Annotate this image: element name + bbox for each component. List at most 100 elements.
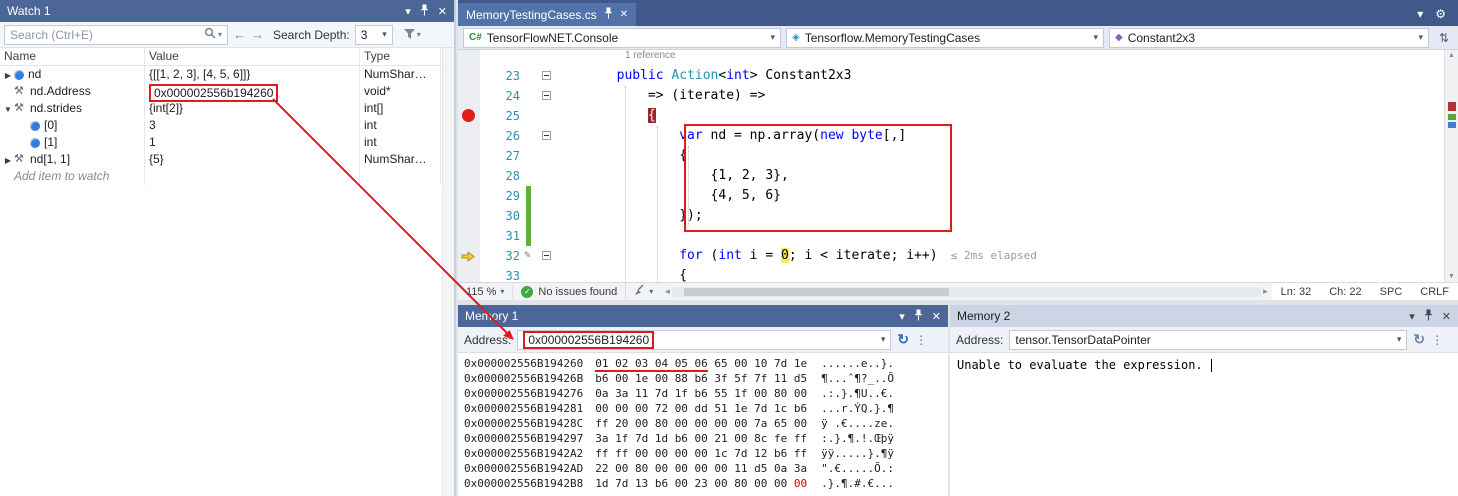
column-header-name[interactable]: Name [0, 48, 145, 65]
pin-icon[interactable] [604, 7, 613, 22]
vertical-scrollbar[interactable]: ▲ ▼ [1444, 50, 1458, 282]
watch-row[interactable]: ▼⚒nd.strides{int[2]}int[] [0, 100, 454, 117]
scroll-right-icon[interactable]: ▸ [1263, 286, 1268, 297]
memory-row[interactable]: 0x000002556B1942A2ff ff 00 00 00 00 1c 7… [464, 446, 948, 461]
memory-row[interactable]: 0x000002556B19426Bb6 00 1e 00 88 b6 3f 5… [464, 371, 948, 386]
watch-add-row[interactable]: Add item to watch [0, 168, 454, 185]
memory-hex-bytes[interactable]: 22 00 80 00 00 00 00 11 d5 0a 3a [595, 462, 807, 475]
refresh-icon[interactable]: ↻ [1413, 331, 1425, 348]
watch-row[interactable]: [0]3int [0, 117, 454, 134]
member-dropdown[interactable]: ◆ Constant2x3 ▾ [1109, 28, 1429, 48]
codelens-references[interactable]: 1 reference [458, 50, 1444, 66]
chevron-down-icon[interactable]: ▾ [1417, 7, 1423, 21]
memory-hex-bytes[interactable]: ff ff 00 00 00 00 1c 7d 12 b6 ff [595, 447, 807, 460]
glyph-margin[interactable] [458, 146, 480, 166]
fold-collapse-icon[interactable] [542, 251, 551, 260]
search-back-icon[interactable]: ← [233, 27, 246, 42]
watch-titlebar[interactable]: Watch 1 ▾ ✕ [0, 0, 454, 22]
memory-row[interactable]: 0x000002556B1942AD22 00 80 00 00 00 00 1… [464, 461, 948, 476]
eol-mode[interactable]: CRLF [1411, 286, 1458, 298]
memory-row[interactable]: 0x000002556B1942973a 1f 7d 1d b6 00 21 0… [464, 431, 948, 446]
code-line-28[interactable]: 28 {1, 2, 3}, [458, 166, 1444, 186]
scroll-left-icon[interactable]: ◂ [665, 286, 670, 297]
code-line-30[interactable]: 30 }); [458, 206, 1444, 226]
class-dropdown[interactable]: ◈ Tensorflow.MemoryTestingCases ▾ [786, 28, 1104, 48]
watch-row[interactable]: ▶⚒nd[1, 1]{5}NumShar… [0, 151, 454, 168]
toolbar-overflow-icon[interactable]: ⋮ [1431, 333, 1444, 347]
close-icon[interactable]: ✕ [620, 9, 628, 20]
watch-row[interactable]: ▶nd{[[1, 2, 3], [4, 5, 6]]}NumShar… [0, 66, 454, 83]
chevron-down-icon[interactable]: ▾ [881, 334, 886, 345]
code-line-26[interactable]: 26 var nd = np.array(new byte[,] [458, 126, 1444, 146]
glyph-margin[interactable] [458, 166, 480, 186]
memory2-address-input[interactable]: tensor.TensorDataPointer ▾ [1009, 330, 1407, 350]
memory2-content[interactable]: Unable to evaluate the expression. [950, 353, 1458, 496]
glyph-margin[interactable] [458, 126, 480, 146]
fold-collapse-icon[interactable] [542, 131, 551, 140]
chevron-down-icon[interactable]: ▾ [218, 30, 222, 39]
search-icon[interactable] [204, 27, 216, 42]
indent-mode[interactable]: SPC [1371, 286, 1412, 298]
fold-collapse-icon[interactable] [542, 91, 551, 100]
pin-icon[interactable] [914, 309, 923, 324]
code-line-29[interactable]: 29 {4, 5, 6} [458, 186, 1444, 206]
code-line-27[interactable]: 27 { [458, 146, 1444, 166]
close-icon[interactable]: ✕ [932, 310, 941, 323]
glyph-margin[interactable] [458, 186, 480, 206]
tab-memorytestingcases[interactable]: MemoryTestingCases.cs ✕ [458, 3, 636, 26]
close-icon[interactable]: ✕ [438, 5, 447, 18]
glyph-margin[interactable] [458, 246, 480, 266]
code-line-25[interactable]: 25 { [458, 106, 1444, 126]
pin-icon[interactable] [1424, 309, 1433, 324]
code-line-33[interactable]: 33 { [458, 266, 1444, 282]
glyph-margin[interactable] [458, 206, 480, 226]
memory-row[interactable]: 0x000002556B1942B81d 7d 13 b6 00 23 00 8… [464, 476, 948, 491]
memory-row[interactable]: 0x000002556B1942760a 3a 11 7d 1f b6 55 1… [464, 386, 948, 401]
search-forward-icon[interactable]: → [251, 27, 264, 42]
memory-hex-bytes[interactable]: b6 00 1e 00 88 b6 3f 5f 7f 11 d5 [595, 372, 807, 385]
search-input[interactable]: Search (Ctrl+E) ▾ [4, 25, 228, 45]
memory-hex-bytes[interactable]: 00 00 00 72 00 dd 51 1e 7d 1c b6 [595, 402, 807, 415]
expand-icon[interactable]: ▶ [2, 68, 14, 83]
code-line-23[interactable]: 23 public Action<int> Constant2x3 [458, 66, 1444, 86]
memory-row[interactable]: 0x000002556B19428Cff 20 00 80 00 00 00 0… [464, 416, 948, 431]
fold-collapse-icon[interactable] [542, 71, 551, 80]
code-editor[interactable]: 1 reference 23 public Action<int> Consta… [458, 50, 1444, 282]
window-position-icon[interactable]: ▾ [899, 310, 905, 323]
watch-scrollbar[interactable] [442, 48, 454, 496]
memory-hex-bytes[interactable]: 1d 7d 13 b6 00 23 00 80 00 00 00 [595, 477, 807, 490]
scroll-up-icon[interactable]: ▲ [1445, 52, 1458, 59]
window-position-icon[interactable]: ▾ [405, 5, 411, 18]
close-icon[interactable]: ✕ [1442, 310, 1451, 323]
window-position-icon[interactable]: ▾ [1409, 310, 1415, 323]
memory-hex-bytes[interactable]: 01 02 03 04 05 06 65 00 10 7d 1e [595, 357, 807, 372]
project-dropdown[interactable]: C# TensorFlowNET.Console ▾ [463, 28, 781, 48]
watch-row[interactable]: ⚒nd.Address0x000002556b194260void* [0, 83, 454, 100]
pin-icon[interactable] [420, 4, 429, 19]
memory1-address-input[interactable]: 0x000002556B194260 ▾ [517, 330, 891, 350]
chevron-down-icon[interactable]: ▾ [1397, 334, 1402, 345]
scrollbar-track[interactable] [672, 287, 1261, 297]
memory1-titlebar[interactable]: Memory 1 ▾ ✕ [458, 305, 948, 327]
filter-button[interactable]: ▾ [404, 28, 421, 42]
glyph-margin[interactable] [458, 86, 480, 106]
issues-indicator[interactable]: ✓ No issues found [512, 286, 625, 298]
code-cleanup-button[interactable]: ▾ [625, 284, 661, 299]
memory-row[interactable]: 0x000002556B19426001 02 03 04 05 06 65 0… [464, 356, 948, 371]
horizontal-scrollbar[interactable]: ◂ ▸ [661, 286, 1271, 297]
refresh-icon[interactable]: ↻ [897, 331, 909, 348]
expand-icon[interactable]: ▶ [2, 153, 14, 168]
column-header-type[interactable]: Type [360, 48, 441, 65]
glyph-margin[interactable] [458, 266, 480, 282]
memory-row[interactable]: 0x000002556B19428100 00 00 72 00 dd 51 1… [464, 401, 948, 416]
scroll-down-icon[interactable]: ▼ [1445, 273, 1458, 280]
search-depth-combo[interactable]: 3 ▾ [355, 25, 393, 45]
glyph-margin[interactable] [458, 226, 480, 246]
memory-rows[interactable]: 0x000002556B19426001 02 03 04 05 06 65 0… [458, 353, 948, 496]
code-line-32[interactable]: 32✎ for (int i = 0; i < iterate; i++) ≤ … [458, 246, 1444, 266]
code-line-24[interactable]: 24 => (iterate) => [458, 86, 1444, 106]
gear-icon[interactable]: ⚙ [1435, 7, 1446, 21]
scrollbar-thumb[interactable] [684, 288, 949, 296]
split-window-icon[interactable]: ⇅ [1439, 31, 1453, 45]
zoom-control[interactable]: 115 % ▾ [458, 286, 512, 298]
